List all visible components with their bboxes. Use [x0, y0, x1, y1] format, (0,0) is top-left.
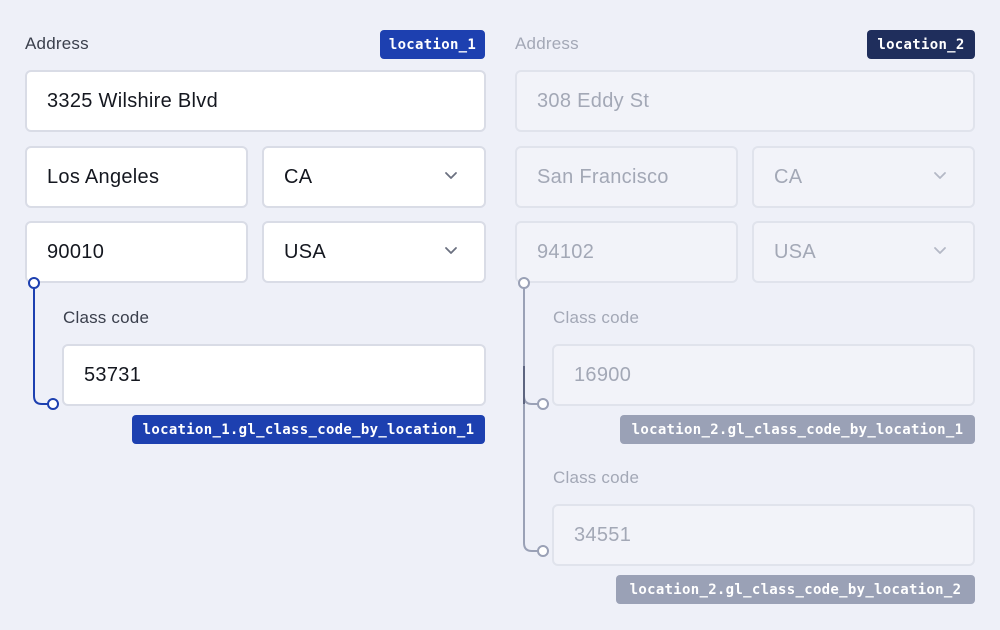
location-2-class-code-1-input[interactable]: 16900 [552, 344, 975, 406]
location-2-class-code-1-label: Class code [553, 308, 640, 327]
location-2-class-code-1-value: 16900 [574, 363, 632, 386]
connector-node-icon [537, 398, 549, 410]
connector-node-icon [518, 277, 530, 289]
location-2-class-code-2-tag: location_2.gl_class_code_by_location_2 [616, 575, 975, 604]
location-2-class-code-1-tag: location_2.gl_class_code_by_location_1 [620, 415, 975, 444]
location-2-class-code-2-value: 34551 [574, 523, 632, 546]
connector-node-icon [537, 545, 549, 557]
location-2-class-code-2-label: Class code [553, 468, 640, 487]
location-2-class-code-2-input[interactable]: 34551 [552, 504, 975, 566]
